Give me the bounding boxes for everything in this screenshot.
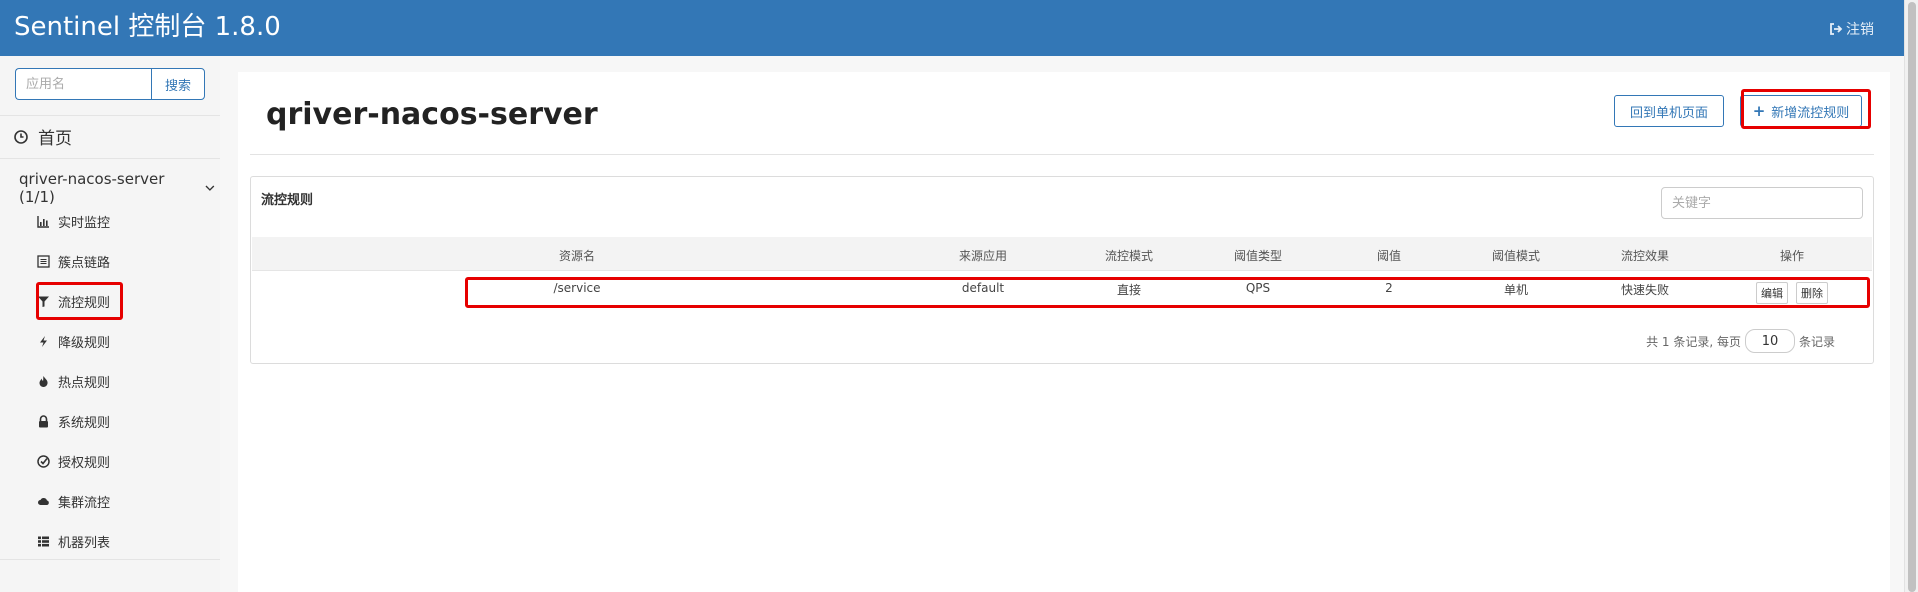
sidebar-item-label: 热点规则 xyxy=(58,375,111,391)
table-row: /service default 直接 QPS 2 单机 快速失败 编辑 删除 xyxy=(252,272,1872,312)
logout-link[interactable]: 注销 xyxy=(1829,19,1874,39)
check-circle-icon xyxy=(36,454,50,468)
sidebar-item-authority-rules[interactable]: 授权规则 xyxy=(36,450,110,472)
column-header: 阈值 xyxy=(1376,249,1402,263)
sidebar-item-flow-rules[interactable]: 流控规则 xyxy=(36,290,110,312)
keyword-filter-input[interactable] xyxy=(1661,187,1863,219)
delete-button[interactable]: 删除 xyxy=(1796,282,1828,304)
back-to-single-button[interactable]: 回到单机页面 xyxy=(1614,95,1724,127)
sidebar-item-system-rules[interactable]: 系统规则 xyxy=(36,410,110,432)
sidebar-item-hotspot-rules[interactable]: 热点规则 xyxy=(36,370,110,392)
lock-icon xyxy=(36,414,50,428)
sidebar-item-label: 实时监控 xyxy=(58,215,111,231)
column-header: 资源名 xyxy=(558,249,596,263)
column-header: 阈值类型 xyxy=(1233,249,1283,263)
app-brand[interactable]: Sentinel 控制台 1.8.0 xyxy=(14,12,281,42)
sidebar-item-label: 降级规则 xyxy=(58,335,111,351)
sidebar-item-label: 授权规则 xyxy=(58,455,111,471)
count-cell: 2 xyxy=(1385,281,1393,295)
sidebar: 搜索 首页 qriver-nacos-server (1/1) 实时监控 簇点链… xyxy=(0,56,220,592)
table-header: 资源名 来源应用 流控模式 阈值类型 阈值 阈值模式 流控效果 操作 xyxy=(252,237,1872,271)
logout-label: 注销 xyxy=(1846,22,1874,38)
panel-title: 流控规则 xyxy=(261,193,314,208)
vertical-scrollbar[interactable] xyxy=(1904,0,1918,592)
page-title: qriver-nacos-server xyxy=(266,97,598,132)
effect-cell: 快速失败 xyxy=(1620,283,1670,297)
grade-cell: QPS xyxy=(1245,281,1271,295)
column-header: 流控效果 xyxy=(1620,249,1670,263)
sidebar-divider xyxy=(0,158,220,159)
add-flow-rule-label: 新增流控规则 xyxy=(1771,105,1850,121)
sidebar-item-resources[interactable]: 簇点链路 xyxy=(36,250,110,272)
pagination: 共 1 条记录, 每页 条记录 xyxy=(1646,329,1835,353)
resource-cell: /service xyxy=(553,281,601,295)
cluster-mode-cell: 单机 xyxy=(1503,283,1529,297)
column-header: 来源应用 xyxy=(958,249,1008,263)
sidebar-divider xyxy=(0,559,220,560)
edit-button[interactable]: 编辑 xyxy=(1756,282,1788,304)
scrollbar-thumb[interactable] xyxy=(1908,2,1916,592)
pager-total-label: 共 1 条记录, 每页 xyxy=(1646,334,1741,349)
home-label: 首页 xyxy=(38,129,72,149)
column-header: 阈值模式 xyxy=(1491,249,1541,263)
app-name-label: qriver-nacos-server (1/1) xyxy=(19,170,165,206)
sidebar-item-machines[interactable]: 机器列表 xyxy=(36,530,110,552)
mode-cell: 直接 xyxy=(1116,283,1142,297)
grid-list-icon xyxy=(36,534,50,548)
clock-icon xyxy=(14,129,28,144)
sidebar-item-label: 系统规则 xyxy=(58,415,111,431)
sidebar-item-cluster-flow[interactable]: 集群流控 xyxy=(36,490,110,512)
filter-icon xyxy=(36,294,50,308)
plus-icon: + xyxy=(1752,102,1766,120)
cloud-icon xyxy=(36,494,50,508)
flash-icon xyxy=(36,334,50,348)
sidebar-item-degrade-rules[interactable]: 降级规则 xyxy=(36,330,110,352)
flow-rules-panel: 流控规则 资源名 来源应用 流控模式 阈值类型 阈值 阈值模式 流控效果 操作 … xyxy=(250,176,1874,364)
sidebar-item-label: 簇点链路 xyxy=(58,255,111,271)
app-search: 搜索 xyxy=(15,68,205,100)
page-size-input[interactable] xyxy=(1744,329,1795,353)
add-flow-rule-button[interactable]: + 新增流控规则 xyxy=(1740,95,1862,127)
origin-cell: default xyxy=(961,281,1005,295)
sidebar-app-group[interactable]: qriver-nacos-server (1/1) xyxy=(19,170,215,206)
top-navbar: Sentinel 控制台 1.8.0 注销 xyxy=(0,0,1904,56)
bar-chart-icon xyxy=(36,214,50,228)
chevron-down-icon xyxy=(205,185,215,191)
list-icon xyxy=(36,254,50,268)
sidebar-item-label: 机器列表 xyxy=(58,535,111,551)
app-search-input[interactable] xyxy=(15,68,151,100)
pager-suffix-label: 条记录 xyxy=(1798,334,1835,349)
column-header: 流控模式 xyxy=(1104,249,1154,263)
search-button[interactable]: 搜索 xyxy=(151,68,205,100)
sidebar-divider xyxy=(0,115,220,116)
logout-icon xyxy=(1830,23,1843,35)
sidebar-item-monitor[interactable]: 实时监控 xyxy=(36,210,110,232)
sidebar-item-label: 流控规则 xyxy=(58,295,111,311)
column-header: 操作 xyxy=(1779,249,1805,263)
title-divider xyxy=(250,154,1874,155)
fire-icon xyxy=(36,374,50,388)
sidebar-item-label: 集群流控 xyxy=(58,495,111,511)
sidebar-item-home[interactable]: 首页 xyxy=(14,124,72,149)
